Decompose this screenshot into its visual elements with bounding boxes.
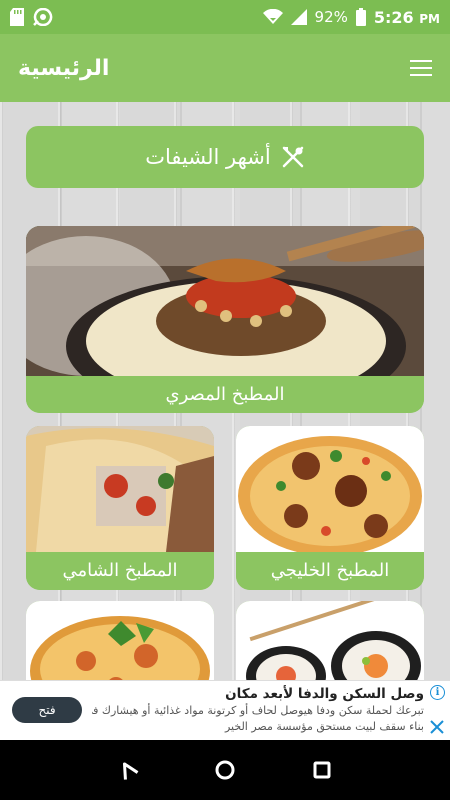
ad-title: وصل السكن والدفا لأبعد مكان <box>225 686 424 702</box>
popular-chefs-label: أشهر الشيفات <box>145 145 271 169</box>
gulf-biryani-image <box>236 426 424 552</box>
cuisine-card-sushi[interactable] <box>236 601 424 680</box>
sushi-image <box>236 601 424 680</box>
sd-card-icon <box>10 8 24 26</box>
ad-text[interactable]: وصل السكن والدفا لأبعد مكان تبرعك لحملة … <box>92 685 424 735</box>
clock: 5:26 PM <box>373 7 440 27</box>
menu-icon[interactable] <box>410 60 432 76</box>
cuisine-label-gulf: المطبخ الخليجي <box>236 552 424 590</box>
ad-desc-line2: بناء سقف لبيت مستحق مؤسسة مصر الخير <box>224 720 424 733</box>
egyptian-koshari-image <box>26 226 424 376</box>
battery-percent: 92% <box>314 8 348 26</box>
status-right: 92% 5:26 PM <box>262 7 440 27</box>
pizza-image <box>26 601 214 680</box>
wifi-icon <box>262 9 283 25</box>
ad-desc-line1: تبرعك لحملة سكن ودفا هيوصل لحاف أو كرتون… <box>92 704 424 717</box>
cuisine-card-levant[interactable]: المطبخ الشامي <box>26 426 214 590</box>
popular-chefs-button[interactable]: أشهر الشيفات <box>26 126 424 188</box>
cuisine-label-levant: المطبخ الشامي <box>26 552 214 590</box>
app-bar: الرئيسية <box>0 34 450 102</box>
back-button[interactable] <box>108 750 148 790</box>
cutlery-icon <box>281 145 305 169</box>
page-title: الرئيسية <box>18 55 110 81</box>
cuisine-card-pizza[interactable] <box>26 601 214 680</box>
cuisine-card-gulf[interactable]: المطبخ الخليجي <box>236 426 424 590</box>
system-nav-bar <box>0 740 450 800</box>
home-button[interactable] <box>205 750 245 790</box>
status-left <box>10 8 54 26</box>
clock-ampm: PM <box>419 11 440 26</box>
main-content[interactable]: أشهر الشيفات المطبخ المصري المطبخ الخليج… <box>0 102 450 680</box>
ad-close-icon[interactable] <box>430 719 444 738</box>
status-bar: 92% 5:26 PM <box>0 0 450 34</box>
ad-info-icon[interactable]: i <box>430 685 445 700</box>
levant-shawarma-image <box>26 426 214 552</box>
notification-app-icon <box>32 8 54 26</box>
battery-icon <box>355 8 366 26</box>
cuisine-label-egyptian: المطبخ المصري <box>26 376 424 413</box>
signal-icon <box>290 9 307 25</box>
recents-button[interactable] <box>302 750 342 790</box>
ad-banner[interactable]: فتح وصل السكن والدفا لأبعد مكان تبرعك لح… <box>0 680 450 740</box>
ad-open-button[interactable]: فتح <box>12 697 82 723</box>
cuisine-card-egyptian[interactable]: المطبخ المصري <box>26 226 424 413</box>
